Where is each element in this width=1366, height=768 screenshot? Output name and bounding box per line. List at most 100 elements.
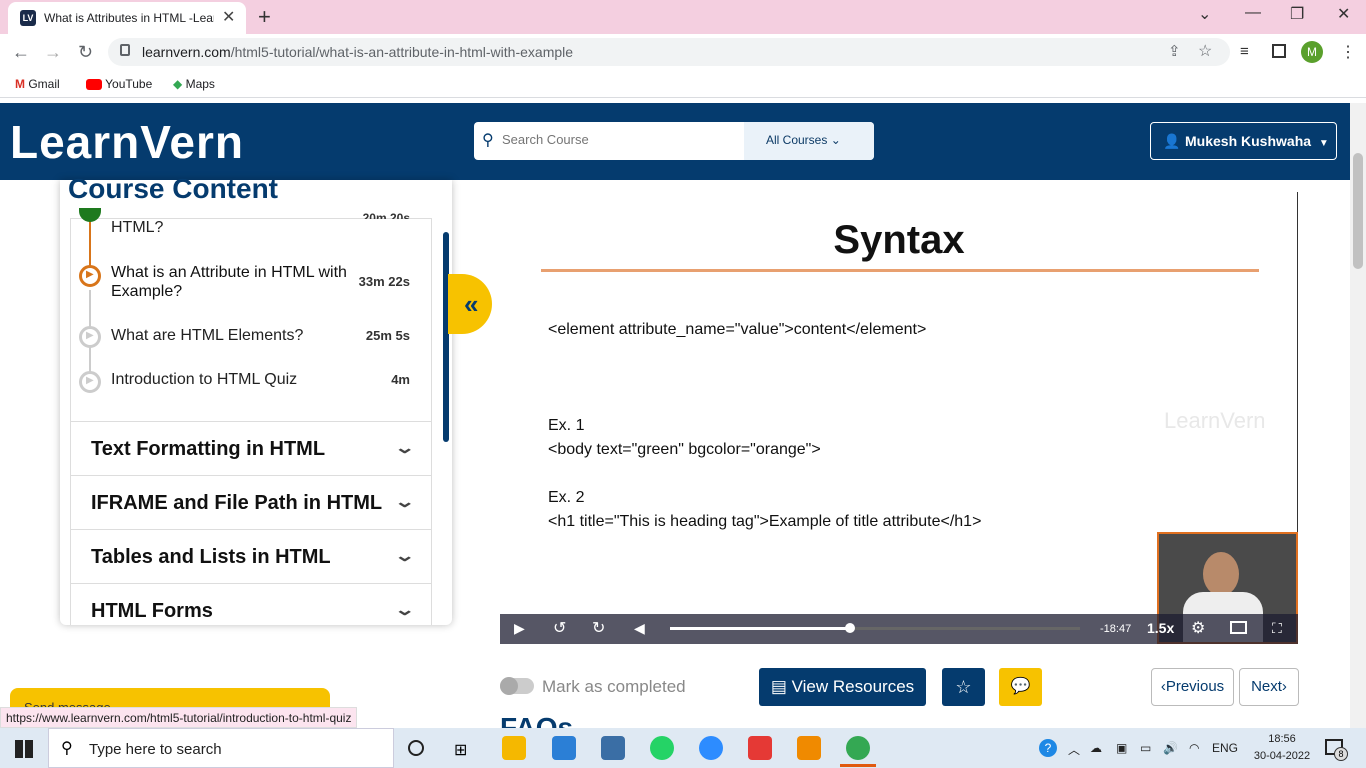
vscode-icon[interactable]: [552, 736, 576, 760]
task-view-icon[interactable]: ⊞: [454, 740, 467, 760]
restore-icon[interactable]: ❐: [1290, 4, 1304, 24]
share-icon[interactable]: ⇪: [1168, 42, 1181, 60]
chevron-right-icon: ›: [1281, 678, 1287, 695]
lesson-title[interactable]: What are HTML Elements?: [111, 326, 351, 345]
control-panel-icon[interactable]: [601, 736, 625, 760]
slide-divider: [541, 269, 1259, 272]
caret-down-icon: ▼: [1318, 138, 1329, 149]
forward-icon[interactable]: →: [44, 42, 62, 63]
section-title: Text Formatting in HTML: [91, 438, 326, 460]
sublime-text-icon[interactable]: [797, 736, 821, 760]
favorite-button[interactable]: ☆: [942, 668, 985, 706]
tray-chevron-up-icon[interactable]: ︿: [1068, 741, 1080, 758]
settings-gear-icon[interactable]: ⚙: [1191, 618, 1205, 638]
section-accordion[interactable]: IFRAME and File Path in HTML ⌄: [71, 475, 431, 529]
view-resources-button[interactable]: ▤ View Resources: [759, 668, 926, 706]
panel-scrollbar[interactable]: [443, 232, 449, 442]
playback-speed[interactable]: 1.5x: [1147, 620, 1174, 636]
double-chevron-left-icon: «: [464, 289, 479, 319]
panel-border: [431, 218, 432, 625]
section-accordion[interactable]: Text Formatting in HTML ⌄: [71, 421, 431, 475]
lesson-title-active[interactable]: What is an Attribute in HTML with Exampl…: [111, 263, 351, 301]
usb-icon[interactable]: ▣: [1116, 741, 1127, 755]
collapse-panel-button[interactable]: «: [448, 274, 492, 334]
notification-count: 8: [1334, 747, 1348, 761]
previous-button[interactable]: ‹Previous: [1151, 668, 1234, 706]
windows-start-icon[interactable]: [15, 740, 33, 758]
media-control-icon[interactable]: ≡: [1240, 43, 1249, 60]
bookmark-youtube[interactable]: YouTube: [86, 77, 152, 91]
volume-icon[interactable]: ◀: [634, 620, 645, 637]
lock-icon: [120, 44, 130, 56]
play-icon[interactable]: ▶: [514, 620, 525, 637]
help-icon[interactable]: ?: [1039, 739, 1057, 757]
search-input[interactable]: [502, 132, 712, 147]
minimize-icon[interactable]: —: [1245, 4, 1261, 22]
clock-date[interactable]: 30-04-2022: [1252, 750, 1312, 762]
fullscreen-icon[interactable]: ⛶: [1272, 620, 1282, 637]
time-remaining: -18:47: [1100, 623, 1132, 635]
video-watermark: LearnVern: [1164, 408, 1266, 433]
chevron-down-icon: ⌄: [393, 494, 416, 511]
bookmark-maps[interactable]: ◆ Maps: [173, 77, 215, 91]
wifi-icon[interactable]: ◠: [1189, 741, 1199, 755]
mark-completed-toggle[interactable]: [500, 677, 534, 695]
url-text: learnvern.com/html5-tutorial/what-is-an-…: [142, 44, 573, 60]
speaker-icon[interactable]: 🔊: [1163, 741, 1178, 755]
whatsapp-icon[interactable]: [650, 736, 674, 760]
browser-tab[interactable]: LV What is Attributes in HTML -Lear ✕: [8, 2, 246, 34]
bookmark-gmail-label: Gmail: [28, 77, 60, 91]
category-dropdown[interactable]: All Courses ⌄: [744, 122, 874, 160]
maps-icon: ◆: [173, 77, 183, 91]
file-explorer-icon[interactable]: [502, 736, 526, 760]
taskbar-search[interactable]: ⚲ Type here to search: [48, 728, 394, 768]
picture-in-picture-icon[interactable]: [1230, 621, 1247, 634]
next-button[interactable]: Next›: [1239, 668, 1299, 706]
side-panel-icon[interactable]: [1272, 44, 1286, 58]
clock-time[interactable]: 18:56: [1262, 733, 1302, 745]
close-tab-icon[interactable]: ✕: [222, 7, 235, 27]
profile-avatar[interactable]: M: [1301, 41, 1323, 63]
lesson-title[interactable]: HTML?: [111, 218, 341, 237]
bookmark-star-icon[interactable]: ☆: [1198, 41, 1212, 61]
active-app-indicator: [840, 764, 876, 767]
reload-icon[interactable]: ↻: [78, 42, 93, 63]
site-favicon-icon: LV: [20, 10, 36, 26]
bookmark-gmail[interactable]: M Gmail: [15, 77, 60, 91]
course-search: ⚲ All Courses ⌄: [474, 122, 874, 160]
menu-icon[interactable]: ⋮: [1340, 42, 1356, 62]
back-icon[interactable]: ←: [12, 42, 30, 63]
discussion-button[interactable]: 💬: [999, 668, 1042, 706]
section-title: Tables and Lists in HTML: [91, 546, 331, 568]
chrome-icon[interactable]: [846, 736, 870, 760]
cortana-icon[interactable]: [408, 740, 424, 756]
address-bar[interactable]: learnvern.com/html5-tutorial/what-is-an-…: [108, 38, 1230, 66]
onedrive-icon[interactable]: ☁: [1090, 741, 1102, 755]
progress-line-done: [89, 218, 91, 266]
section-accordion[interactable]: HTML Forms ⌄: [71, 583, 431, 625]
lesson-title[interactable]: Introduction to HTML Quiz: [111, 370, 351, 389]
rewind-icon[interactable]: ↺: [553, 618, 566, 638]
play-lesson-icon: ▶: [79, 326, 101, 348]
user-name: Mukesh Kushwaha: [1185, 133, 1312, 149]
user-icon: 👤: [1163, 133, 1181, 149]
learnvern-logo[interactable]: LearnVern: [10, 115, 244, 169]
scrollbar-thumb[interactable]: [1353, 153, 1363, 269]
tab-title: What is Attributes in HTML -Lear: [44, 11, 214, 25]
wps-office-icon[interactable]: [748, 736, 772, 760]
user-menu-button[interactable]: 👤 Mukesh Kushwaha ▼: [1150, 122, 1337, 160]
tab-search-icon[interactable]: ⌄: [1198, 4, 1211, 24]
language-indicator[interactable]: ENG: [1212, 741, 1238, 755]
page-scrollbar[interactable]: [1350, 103, 1366, 728]
battery-icon[interactable]: ▭: [1140, 741, 1151, 755]
lesson-duration: 4m: [391, 372, 410, 387]
chevron-down-icon: ⌄: [393, 602, 416, 619]
new-tab-icon[interactable]: +: [258, 4, 271, 30]
window-close-icon[interactable]: ✕: [1337, 4, 1350, 24]
chevron-down-icon: ⌄: [393, 440, 416, 457]
bookmark-youtube-label: YouTube: [105, 77, 153, 91]
forward-icon[interactable]: ↻: [592, 618, 605, 638]
section-accordion[interactable]: Tables and Lists in HTML ⌄: [71, 529, 431, 583]
zoom-icon[interactable]: [699, 736, 723, 760]
search-icon[interactable]: ⚲: [482, 130, 494, 150]
